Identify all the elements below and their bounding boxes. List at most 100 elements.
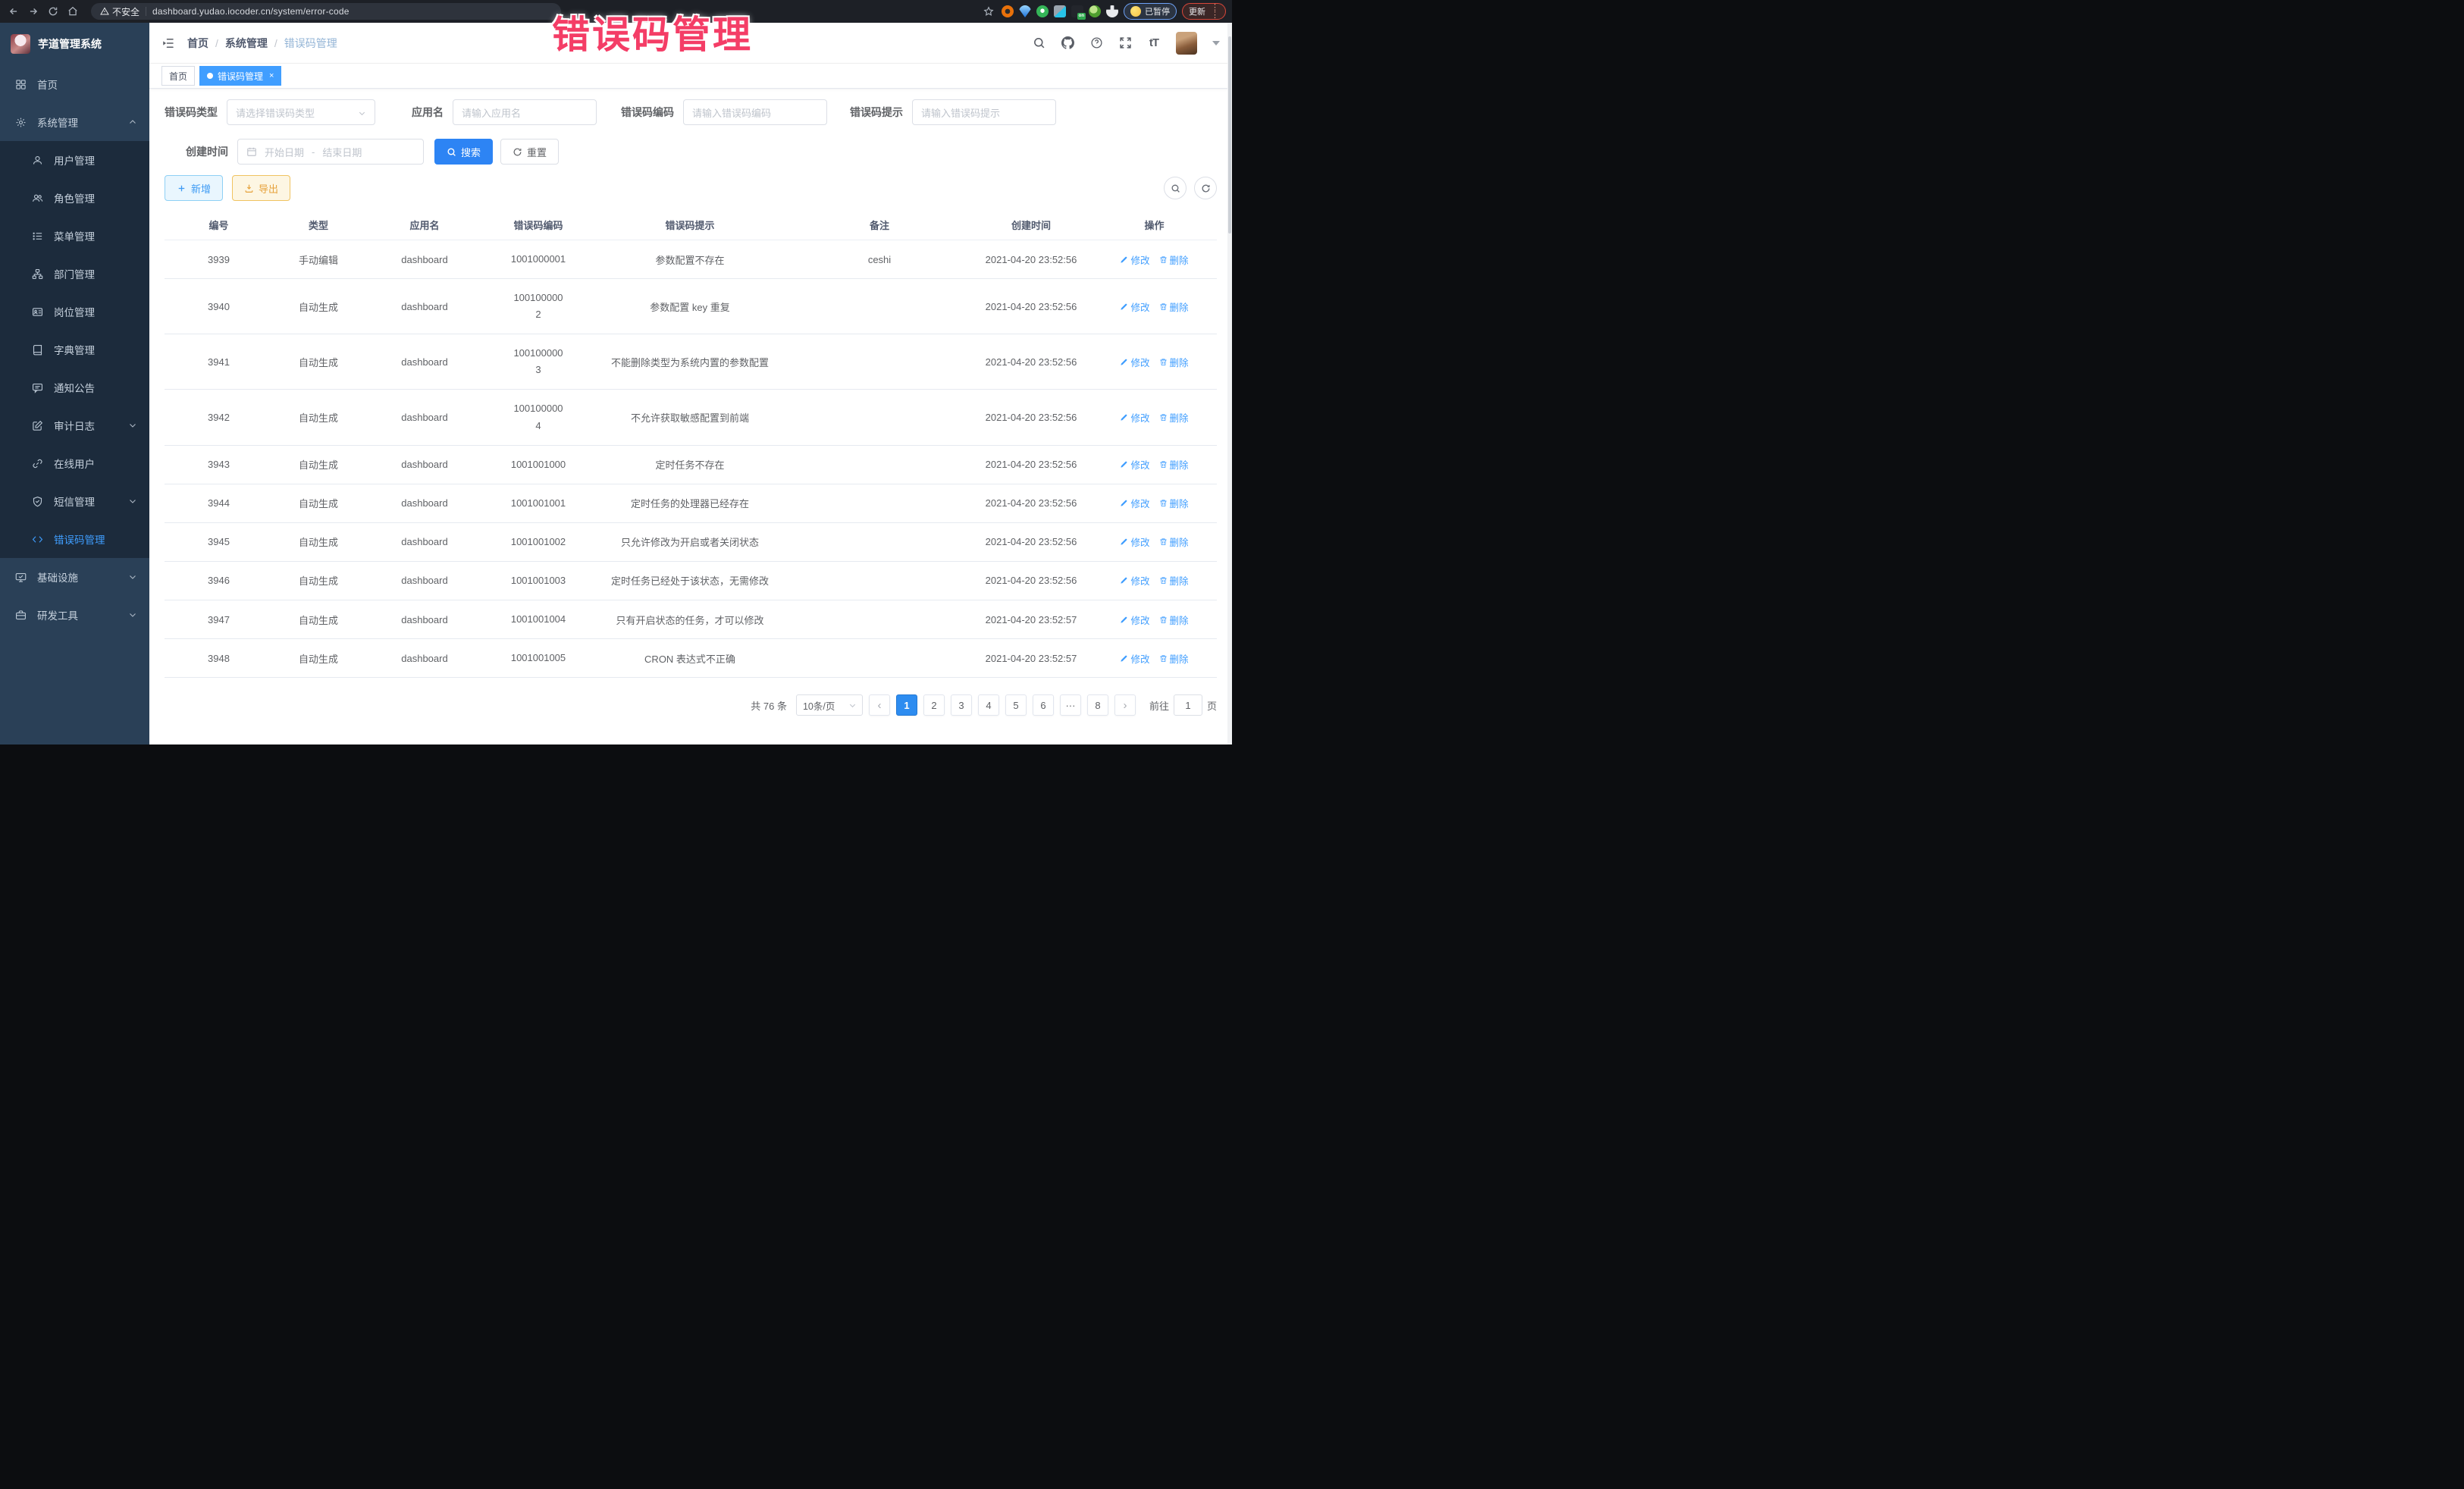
extension-icon-4[interactable] bbox=[1054, 5, 1066, 17]
briefcase-icon bbox=[15, 610, 27, 621]
extension-icon-1[interactable] bbox=[1002, 5, 1014, 17]
sidebar-item-6[interactable]: 岗位管理 bbox=[0, 293, 149, 331]
page-button-4[interactable]: 4 bbox=[978, 694, 999, 716]
sidebar-item-8[interactable]: 通知公告 bbox=[0, 368, 149, 406]
app-name-input[interactable]: 请输入应用名 bbox=[453, 99, 597, 125]
edit-link[interactable]: 修改 bbox=[1120, 573, 1149, 588]
delete-link[interactable]: 删除 bbox=[1159, 299, 1189, 314]
sidebar-item-5[interactable]: 部门管理 bbox=[0, 255, 149, 293]
sidebar-item-3[interactable]: 角色管理 bbox=[0, 179, 149, 217]
goto-page-input[interactable] bbox=[1174, 694, 1202, 716]
page-button-8[interactable]: 8 bbox=[1087, 694, 1108, 716]
table-row: 3943自动生成dashboard1001001000定时任务不存在2021-0… bbox=[165, 445, 1217, 484]
tag-close-icon[interactable]: × bbox=[269, 71, 274, 80]
edit-link[interactable]: 修改 bbox=[1120, 355, 1149, 369]
error-code-input[interactable]: 请输入错误码编码 bbox=[683, 99, 827, 125]
extension-icon-5[interactable]: on bbox=[1071, 5, 1083, 17]
edit-link[interactable]: 修改 bbox=[1120, 651, 1149, 666]
more-pages-button[interactable]: ··· bbox=[1060, 694, 1081, 716]
refresh-table-button[interactable] bbox=[1194, 177, 1217, 199]
toggle-search-button[interactable] bbox=[1164, 177, 1187, 199]
page-size-select[interactable]: 10条/页 bbox=[796, 694, 863, 716]
help-icon[interactable] bbox=[1089, 36, 1103, 50]
tag-0[interactable]: 首页 bbox=[161, 66, 195, 86]
github-icon[interactable] bbox=[1061, 36, 1074, 50]
app-logo[interactable]: 芋道管理系统 bbox=[0, 23, 149, 65]
sidebar-item-4[interactable]: 菜单管理 bbox=[0, 217, 149, 255]
sidebar-item-1[interactable]: 系统管理 bbox=[0, 103, 149, 141]
overlay-annotation-title: 错误码管理 bbox=[552, 5, 753, 59]
edit-link[interactable]: 修改 bbox=[1120, 613, 1149, 627]
fullscreen-icon[interactable] bbox=[1118, 36, 1132, 50]
sidebar-item-12[interactable]: 错误码管理 bbox=[0, 520, 149, 558]
edit-link[interactable]: 修改 bbox=[1120, 496, 1149, 510]
browser-menu-icon[interactable]: ⋮⋮ bbox=[1211, 4, 1219, 19]
extension-icon-3[interactable] bbox=[1036, 5, 1049, 17]
edit-link[interactable]: 修改 bbox=[1120, 410, 1149, 425]
delete-link[interactable]: 删除 bbox=[1159, 457, 1189, 472]
browser-profile-chip[interactable]: 已暂停 bbox=[1124, 3, 1177, 20]
page-button-3[interactable]: 3 bbox=[951, 694, 972, 716]
address-bar[interactable]: 不安全 dashboard.yudao.iocoder.cn/system/er… bbox=[91, 3, 561, 20]
delete-link[interactable]: 删除 bbox=[1159, 651, 1189, 666]
profile-avatar-emoji bbox=[1130, 6, 1141, 17]
delete-link[interactable]: 删除 bbox=[1159, 573, 1189, 588]
notice-icon bbox=[32, 382, 43, 393]
row-actions: 修改删除 bbox=[1092, 561, 1217, 600]
sidebar-item-14[interactable]: 研发工具 bbox=[0, 596, 149, 634]
font-size-icon[interactable]: tT bbox=[1147, 36, 1161, 50]
browser-update-button[interactable]: 更新 ⋮⋮ bbox=[1182, 3, 1226, 20]
forward-icon[interactable] bbox=[26, 4, 41, 19]
page-button-1[interactable]: 1 bbox=[896, 694, 917, 716]
row-id: 3942 bbox=[165, 390, 273, 445]
edit-link[interactable]: 修改 bbox=[1120, 299, 1149, 314]
delete-link[interactable]: 删除 bbox=[1159, 534, 1189, 549]
sidebar-item-7[interactable]: 字典管理 bbox=[0, 331, 149, 368]
bookmark-star-icon[interactable] bbox=[981, 4, 996, 19]
sidebar-item-0[interactable]: 首页 bbox=[0, 65, 149, 103]
extension-icon-2[interactable] bbox=[1019, 5, 1031, 17]
delete-link[interactable]: 删除 bbox=[1159, 252, 1189, 267]
not-secure-warning[interactable]: 不安全 bbox=[100, 5, 140, 18]
sidebar-item-13[interactable]: 基础设施 bbox=[0, 558, 149, 596]
extension-icon-7[interactable] bbox=[1106, 5, 1118, 17]
error-type-select[interactable]: 请选择错误码类型 bbox=[227, 99, 375, 125]
page-button-5[interactable]: 5 bbox=[1005, 694, 1027, 716]
scrollbar-thumb[interactable] bbox=[1228, 36, 1231, 234]
user-menu-caret-icon[interactable] bbox=[1212, 41, 1220, 45]
prev-page-button[interactable]: ‹ bbox=[869, 694, 890, 716]
reload-icon[interactable] bbox=[45, 4, 61, 19]
page-button-6[interactable]: 6 bbox=[1033, 694, 1054, 716]
delete-link[interactable]: 删除 bbox=[1159, 355, 1189, 369]
next-page-button[interactable]: › bbox=[1114, 694, 1136, 716]
delete-link[interactable]: 删除 bbox=[1159, 410, 1189, 425]
reset-button[interactable]: 重置 bbox=[500, 139, 559, 165]
date-range-picker[interactable]: 开始日期 - 结束日期 bbox=[237, 139, 424, 165]
error-hint-input[interactable]: 请输入错误码提示 bbox=[912, 99, 1056, 125]
breadcrumb-item-1[interactable]: 系统管理 bbox=[225, 36, 268, 51]
user-avatar[interactable] bbox=[1176, 32, 1197, 55]
page-button-2[interactable]: 2 bbox=[923, 694, 945, 716]
add-button[interactable]: 新增 bbox=[165, 175, 223, 201]
page-scrollbar[interactable] bbox=[1227, 23, 1232, 744]
edit-link[interactable]: 修改 bbox=[1120, 534, 1149, 549]
sidebar-item-10[interactable]: 在线用户 bbox=[0, 444, 149, 482]
sidebar-collapse-icon[interactable] bbox=[161, 36, 175, 50]
tag-1[interactable]: 错误码管理× bbox=[199, 66, 281, 86]
home-icon[interactable] bbox=[65, 4, 80, 19]
edit-link[interactable]: 修改 bbox=[1120, 457, 1149, 472]
edit-link[interactable]: 修改 bbox=[1120, 252, 1149, 267]
sidebar-item-11[interactable]: 短信管理 bbox=[0, 482, 149, 520]
pencil-icon bbox=[1120, 413, 1128, 422]
breadcrumb-item-0[interactable]: 首页 bbox=[187, 36, 208, 51]
search-button[interactable]: 搜索 bbox=[434, 139, 493, 165]
delete-link[interactable]: 删除 bbox=[1159, 496, 1189, 510]
delete-link[interactable]: 删除 bbox=[1159, 613, 1189, 627]
sidebar-item-9[interactable]: 审计日志 bbox=[0, 406, 149, 444]
back-icon[interactable] bbox=[6, 4, 21, 19]
sidebar-item-2[interactable]: 用户管理 bbox=[0, 141, 149, 179]
breadcrumb-separator: / bbox=[274, 37, 277, 49]
export-button[interactable]: 导出 bbox=[232, 175, 290, 201]
header-search-icon[interactable] bbox=[1032, 36, 1045, 50]
extension-icon-6[interactable] bbox=[1089, 5, 1101, 17]
